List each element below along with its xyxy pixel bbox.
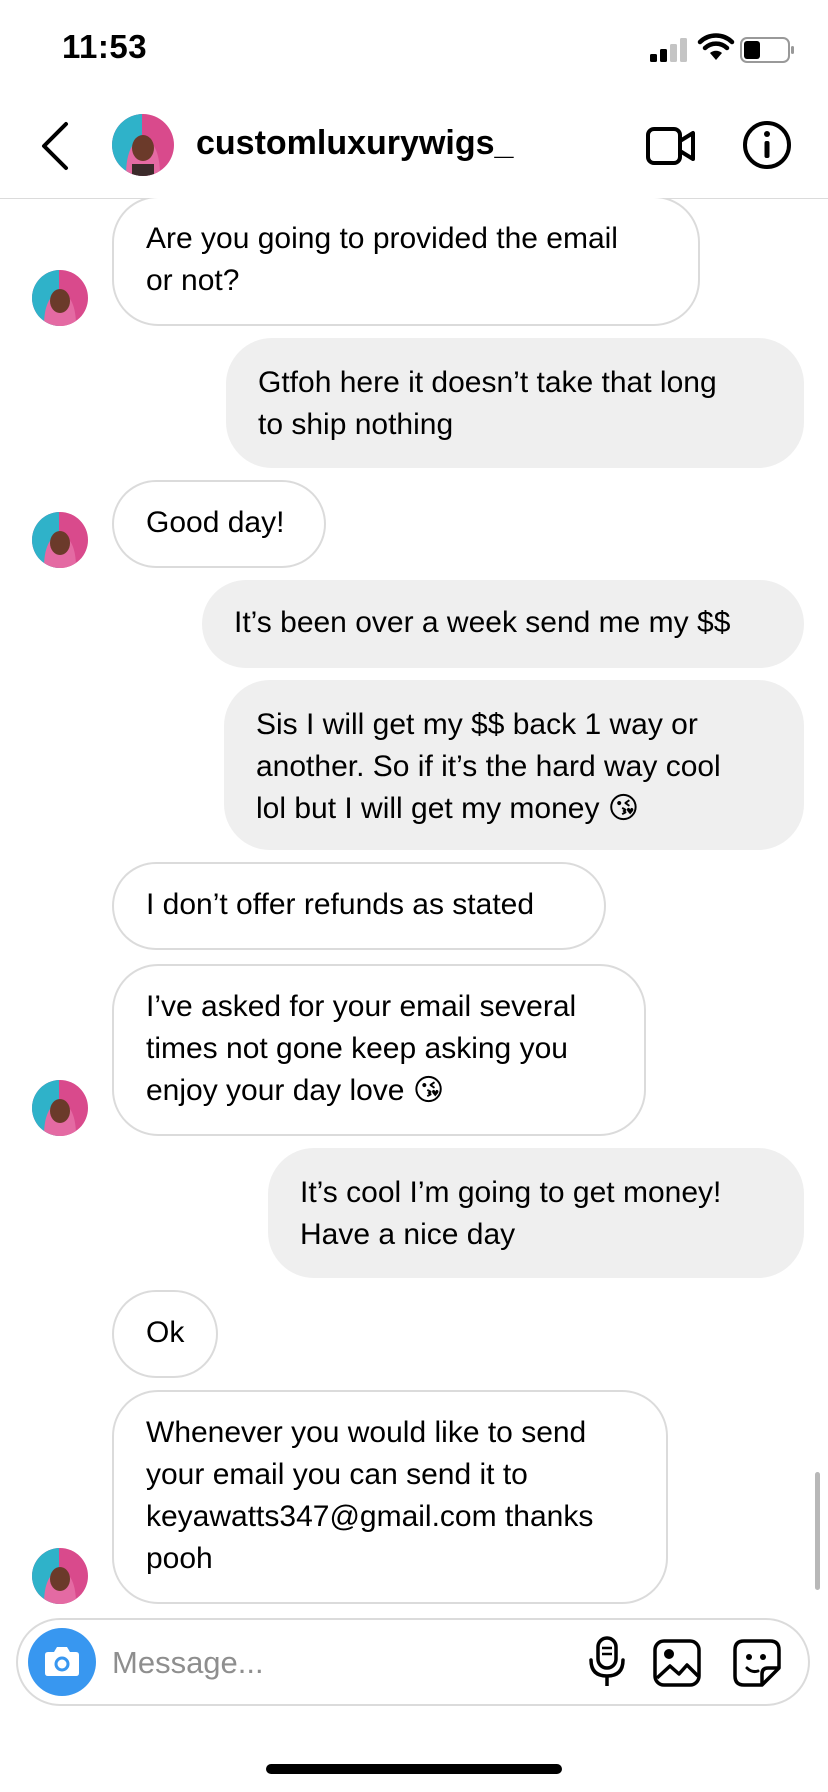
cellular-signal-icon	[650, 38, 687, 62]
outgoing-message[interactable]: Gtfoh here it doesn’t take that long to …	[226, 338, 804, 468]
incoming-message[interactable]: Good day!	[112, 480, 326, 568]
camera-icon	[45, 1647, 79, 1676]
incoming-message[interactable]: Ok	[112, 1290, 218, 1378]
incoming-message[interactable]: Are you going to provided the email or n…	[112, 198, 700, 326]
scrollbar[interactable]	[815, 1472, 820, 1590]
sticker-icon[interactable]	[732, 1638, 782, 1688]
video-camera-icon[interactable]	[646, 123, 696, 169]
avatar[interactable]	[32, 1080, 88, 1136]
incoming-message[interactable]: I’ve asked for your email several times …	[112, 964, 646, 1136]
message-input[interactable]	[110, 1634, 494, 1692]
outgoing-message[interactable]: It’s been over a week send me my $$	[202, 580, 804, 668]
battery-icon	[740, 37, 794, 63]
outgoing-message[interactable]: It’s cool I’m going to get money! Have a…	[268, 1148, 804, 1278]
chevron-left-icon[interactable]	[36, 120, 72, 172]
home-indicator[interactable]	[266, 1764, 562, 1774]
avatar[interactable]	[32, 1548, 88, 1604]
wifi-icon	[697, 33, 735, 60]
status-bar: 11:53	[0, 0, 828, 96]
status-time: 11:53	[62, 28, 148, 65]
message-composer	[16, 1618, 810, 1706]
incoming-message[interactable]: Whenever you would like to send your ema…	[112, 1390, 668, 1604]
message-thread[interactable]: Are you going to provided the email or n…	[0, 198, 828, 1618]
chat-header: customluxurywigs_	[0, 96, 828, 199]
outgoing-message[interactable]: Sis I will get my $$ back 1 way or anoth…	[224, 680, 804, 850]
avatar[interactable]	[32, 270, 88, 326]
microphone-icon[interactable]	[584, 1636, 630, 1688]
info-icon[interactable]	[742, 120, 792, 170]
camera-button[interactable]	[28, 1628, 96, 1696]
avatar[interactable]	[112, 114, 174, 176]
avatar[interactable]	[32, 512, 88, 568]
chat-username[interactable]: customluxurywigs_	[196, 124, 513, 163]
incoming-message[interactable]: I don’t offer refunds as stated	[112, 862, 606, 950]
image-gallery-icon[interactable]	[652, 1638, 702, 1688]
